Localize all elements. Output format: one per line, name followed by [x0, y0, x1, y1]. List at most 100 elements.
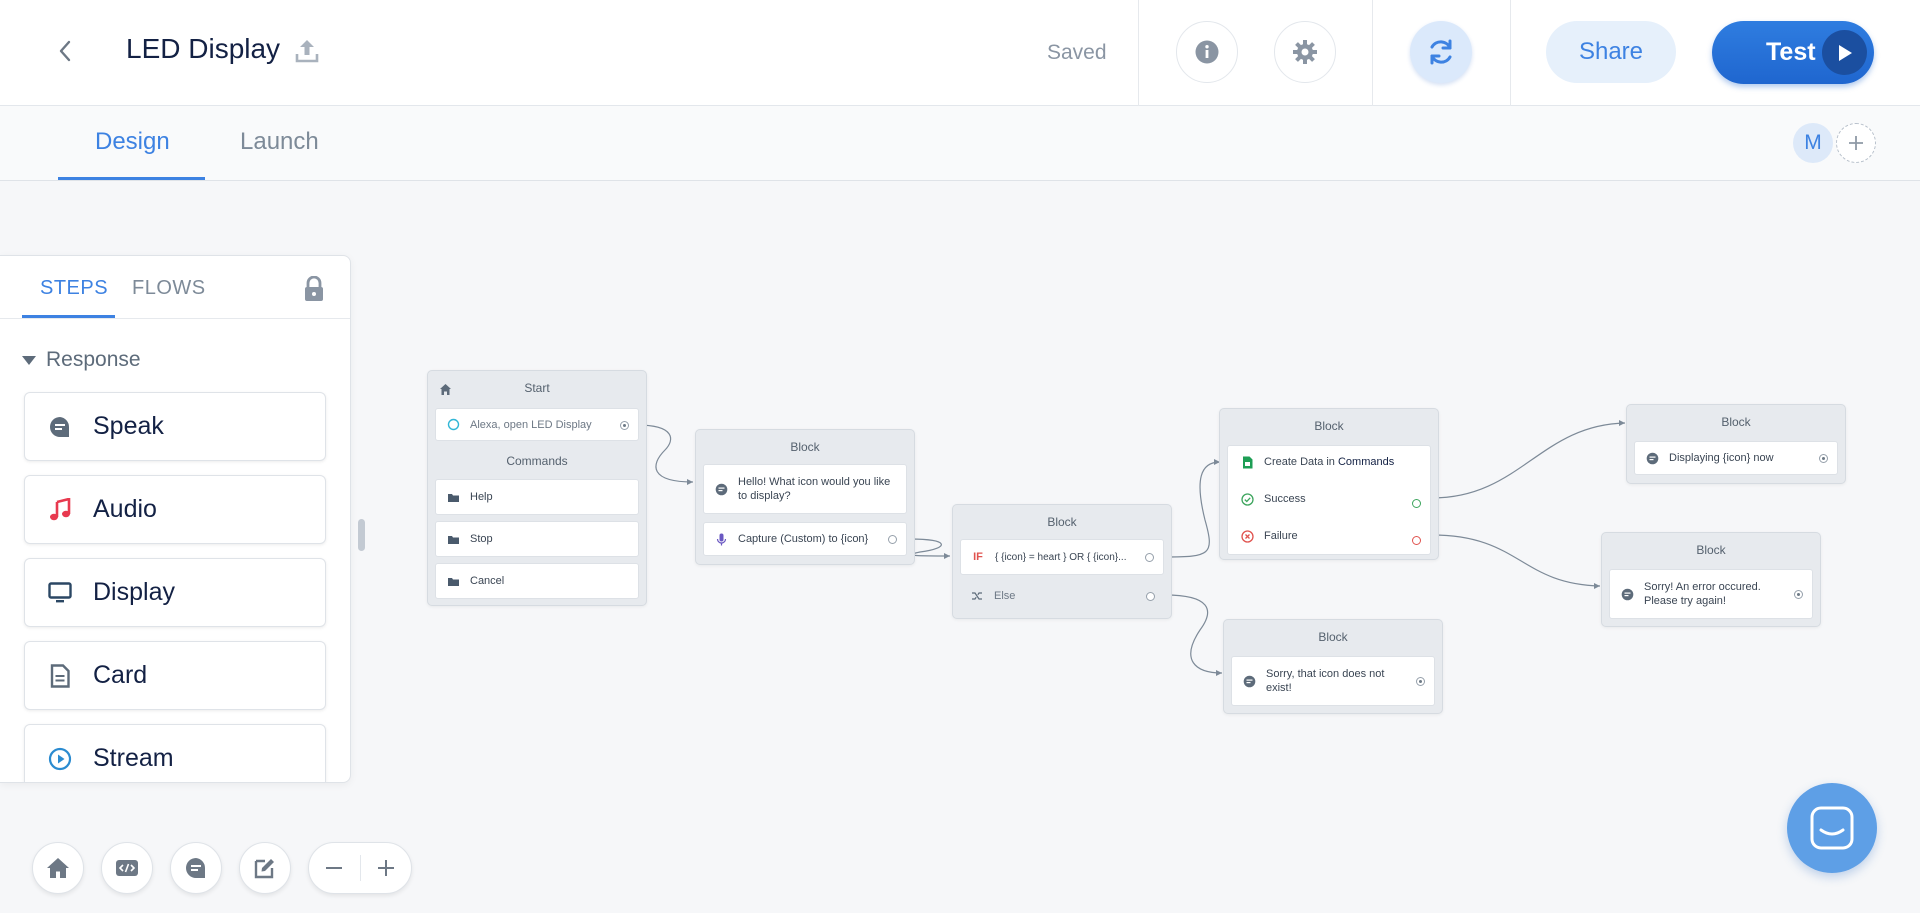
else-row[interactable]: Else [960, 580, 1164, 612]
home-icon [440, 384, 451, 395]
active-tab-indicator [58, 177, 205, 180]
tab-launch[interactable]: Launch [240, 128, 319, 156]
launch-intent-row[interactable]: Alexa, open LED Display [435, 408, 639, 441]
speak-icon [1645, 451, 1659, 465]
alexa-icon [446, 418, 460, 432]
step-stream[interactable]: Stream [24, 724, 326, 782]
speak-row[interactable]: Displaying {icon} now [1634, 441, 1838, 475]
settings-button[interactable] [1274, 21, 1336, 83]
chevron-left-icon [59, 40, 71, 62]
flow-block-not-exist[interactable]: Block Sorry, that icon does not exist! [1223, 619, 1443, 714]
steps-panel: STEPS FLOWS Response Speak Audio Display… [0, 255, 351, 783]
speak-row[interactable]: Sorry! An error occured. Please try again… [1609, 569, 1813, 619]
project-title[interactable]: LED Display [126, 33, 280, 65]
start-block[interactable]: Start Alexa, open LED Display Commands H… [427, 370, 647, 606]
speak-icon [1242, 674, 1256, 688]
monitor-icon [47, 580, 73, 606]
test-button-label: Test [1766, 38, 1816, 66]
header-divider [1372, 0, 1373, 106]
create-data-card[interactable]: Create Data in Commands Success Failure [1227, 445, 1431, 555]
output-port[interactable] [620, 420, 629, 430]
avatar[interactable]: M [1793, 123, 1833, 163]
flow-block-condition[interactable]: Block IF { {icon} = heart } OR { {icon}.… [952, 504, 1172, 619]
back-button[interactable] [50, 36, 80, 66]
chat-support-button[interactable] [1787, 783, 1877, 873]
lock-icon [305, 275, 323, 301]
comment-icon [186, 858, 206, 878]
command-row-cancel[interactable]: Cancel [435, 563, 639, 599]
flow-block-displaying[interactable]: Block Displaying {icon} now [1626, 404, 1846, 484]
flow-block-error[interactable]: Block Sorry! An error occured. Please try… [1601, 532, 1821, 627]
block-title: Block [1314, 419, 1344, 433]
edit-icon [254, 859, 274, 879]
failure-port[interactable] [1412, 536, 1421, 545]
refresh-icon [1430, 39, 1452, 65]
folder-icon [446, 574, 460, 588]
failure-row[interactable]: Failure [1240, 529, 1298, 543]
chat-icon [1810, 806, 1854, 850]
success-row[interactable]: Success [1240, 492, 1306, 506]
command-row-stop[interactable]: Stop [435, 521, 639, 557]
upload-button[interactable] [292, 36, 322, 66]
home-button[interactable] [32, 842, 84, 894]
command-row-help[interactable]: Help [435, 479, 639, 515]
header-divider [1510, 0, 1511, 106]
share-button[interactable]: Share [1546, 21, 1676, 83]
document-icon [47, 663, 73, 689]
output-port[interactable] [888, 535, 897, 544]
tab-steps[interactable]: STEPS [40, 277, 108, 300]
step-audio[interactable]: Audio [24, 475, 326, 544]
block-title: Start [524, 381, 550, 395]
home-icon [47, 858, 69, 878]
block-title: Block [1047, 515, 1077, 529]
info-icon [1195, 40, 1219, 64]
tab-flows[interactable]: FLOWS [132, 277, 206, 300]
speak-row[interactable]: Sorry, that icon does not exist! [1231, 656, 1435, 706]
code-button[interactable] [101, 842, 153, 894]
step-speak[interactable]: Speak [24, 392, 326, 461]
output-port[interactable] [1819, 454, 1828, 463]
flow-block-question[interactable]: Block Hello! What icon would you like to … [695, 429, 915, 565]
output-port[interactable] [1145, 553, 1154, 562]
panel-resize-handle[interactable] [358, 519, 365, 551]
capture-row[interactable]: Capture (Custom) to {icon} [703, 522, 907, 556]
upload-icon [295, 40, 319, 63]
zoom-out-button[interactable] [309, 842, 360, 894]
test-button[interactable]: Test [1712, 21, 1874, 84]
if-condition-row[interactable]: IF { {icon} = heart } OR { {icon}... [960, 539, 1164, 575]
comment-button[interactable] [170, 842, 222, 894]
folder-icon [446, 490, 460, 504]
link-capture-to-if [909, 538, 951, 557]
header-divider [1138, 0, 1139, 106]
gear-icon [1293, 40, 1317, 64]
output-port[interactable] [1416, 677, 1425, 686]
output-port[interactable] [1794, 590, 1803, 599]
section-response[interactable]: Response [22, 348, 141, 372]
add-collaborator-button[interactable] [1836, 123, 1876, 163]
output-port[interactable] [1146, 592, 1155, 601]
speak-icon [47, 414, 73, 440]
step-display[interactable]: Display [24, 558, 326, 627]
step-card[interactable]: Card [24, 641, 326, 710]
link-else-to-not-exist [1164, 594, 1223, 674]
create-data-row[interactable]: Create Data in Commands [1240, 455, 1394, 469]
block-title: Block [790, 440, 820, 454]
caret-down-icon [22, 355, 36, 365]
lock-button[interactable] [303, 275, 327, 302]
play-circle-icon [47, 746, 73, 772]
flow-block-create-data[interactable]: Block Create Data in Commands Success Fa… [1219, 408, 1439, 560]
plus-icon [377, 860, 394, 876]
sync-button[interactable] [1410, 21, 1472, 83]
commands-title: Commands [506, 454, 568, 468]
save-status: Saved [1047, 41, 1107, 64]
check-circle-icon [1240, 492, 1254, 506]
success-port[interactable] [1412, 499, 1421, 508]
zoom-in-button[interactable] [360, 842, 411, 894]
sheet-icon [1240, 455, 1254, 469]
block-title: Block [1696, 543, 1726, 557]
top-header: LED Display Saved Share Test [0, 0, 1920, 106]
info-button[interactable] [1176, 21, 1238, 83]
tab-design[interactable]: Design [95, 128, 170, 156]
speak-row[interactable]: Hello! What icon would you like to displa… [703, 464, 907, 514]
edit-button[interactable] [239, 842, 291, 894]
